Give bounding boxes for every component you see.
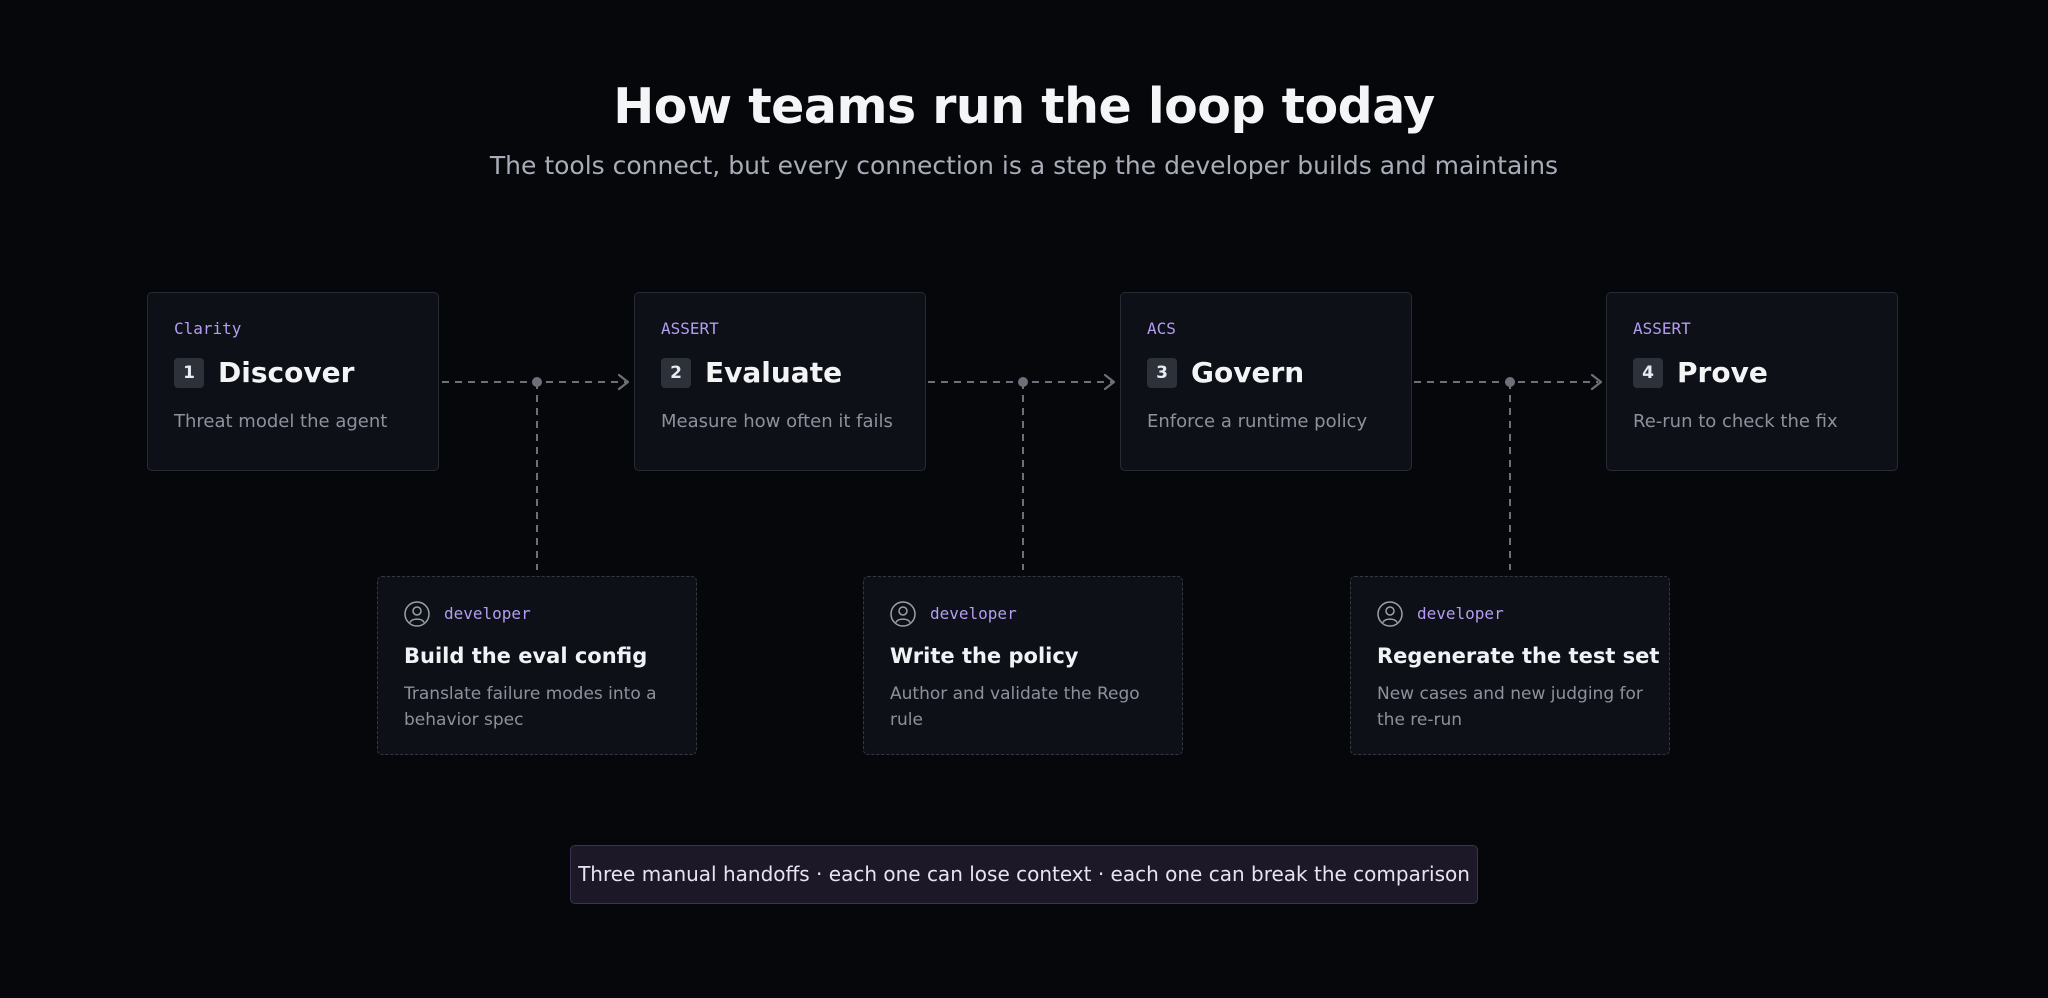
user-icon xyxy=(1377,601,1403,627)
user-icon xyxy=(890,601,916,627)
junction-dot-3 xyxy=(1505,377,1515,387)
junction-dot-1 xyxy=(532,377,542,387)
handoff-description: Translate failure modes into a behavior … xyxy=(404,684,657,730)
step-name: Discover xyxy=(218,356,355,389)
step-tool-label: ASSERT xyxy=(661,319,719,338)
step-name: Evaluate xyxy=(705,356,843,389)
summary-banner: Three manual handoffs · each one can los… xyxy=(570,845,1478,904)
step-description: Measure how often it fails xyxy=(661,411,893,432)
handoff-role: developer xyxy=(1417,604,1504,623)
handoff-role: developer xyxy=(930,604,1017,623)
arrow-head-2 xyxy=(1103,373,1116,391)
step-number-badge: 4 xyxy=(1633,358,1663,388)
step-tool-label: ASSERT xyxy=(1633,319,1691,338)
handoff-description: New cases and new judging for the re-run xyxy=(1377,684,1643,730)
step-card-prove: ASSERT 4 Prove Re-run to check the fix xyxy=(1606,292,1898,471)
step-number-badge: 3 xyxy=(1147,358,1177,388)
step-card-govern: ACS 3 Govern Enforce a runtime policy xyxy=(1120,292,1412,471)
step-tool-label: ACS xyxy=(1147,319,1176,338)
step-description: Threat model the agent xyxy=(174,411,388,432)
junction-dot-2 xyxy=(1018,377,1028,387)
handoff-role: developer xyxy=(444,604,531,623)
handoff-card-policy: developer Write the policy Author and va… xyxy=(863,576,1183,755)
handoff-title: Regenerate the test set xyxy=(1377,644,1660,668)
step-card-evaluate: ASSERT 2 Evaluate Measure how often it f… xyxy=(634,292,926,471)
handoff-card-eval-config: developer Build the eval config Translat… xyxy=(377,576,697,755)
step-description: Enforce a runtime policy xyxy=(1147,411,1368,432)
step-tool-label: Clarity xyxy=(174,319,242,338)
step-name: Prove xyxy=(1677,356,1768,389)
step-number-badge: 2 xyxy=(661,358,691,388)
step-name: Govern xyxy=(1191,356,1305,389)
user-icon xyxy=(404,601,430,627)
step-description: Re-run to check the fix xyxy=(1633,411,1838,432)
handoff-title: Build the eval config xyxy=(404,644,648,668)
arrow-head-1 xyxy=(617,373,630,391)
step-card-discover: Clarity 1 Discover Threat model the agen… xyxy=(147,292,439,471)
step-number-badge: 1 xyxy=(174,358,204,388)
handoff-title: Write the policy xyxy=(890,644,1079,668)
handoff-description: Author and validate the Rego rule xyxy=(890,684,1140,730)
handoff-card-test-set: developer Regenerate the test set New ca… xyxy=(1350,576,1670,755)
